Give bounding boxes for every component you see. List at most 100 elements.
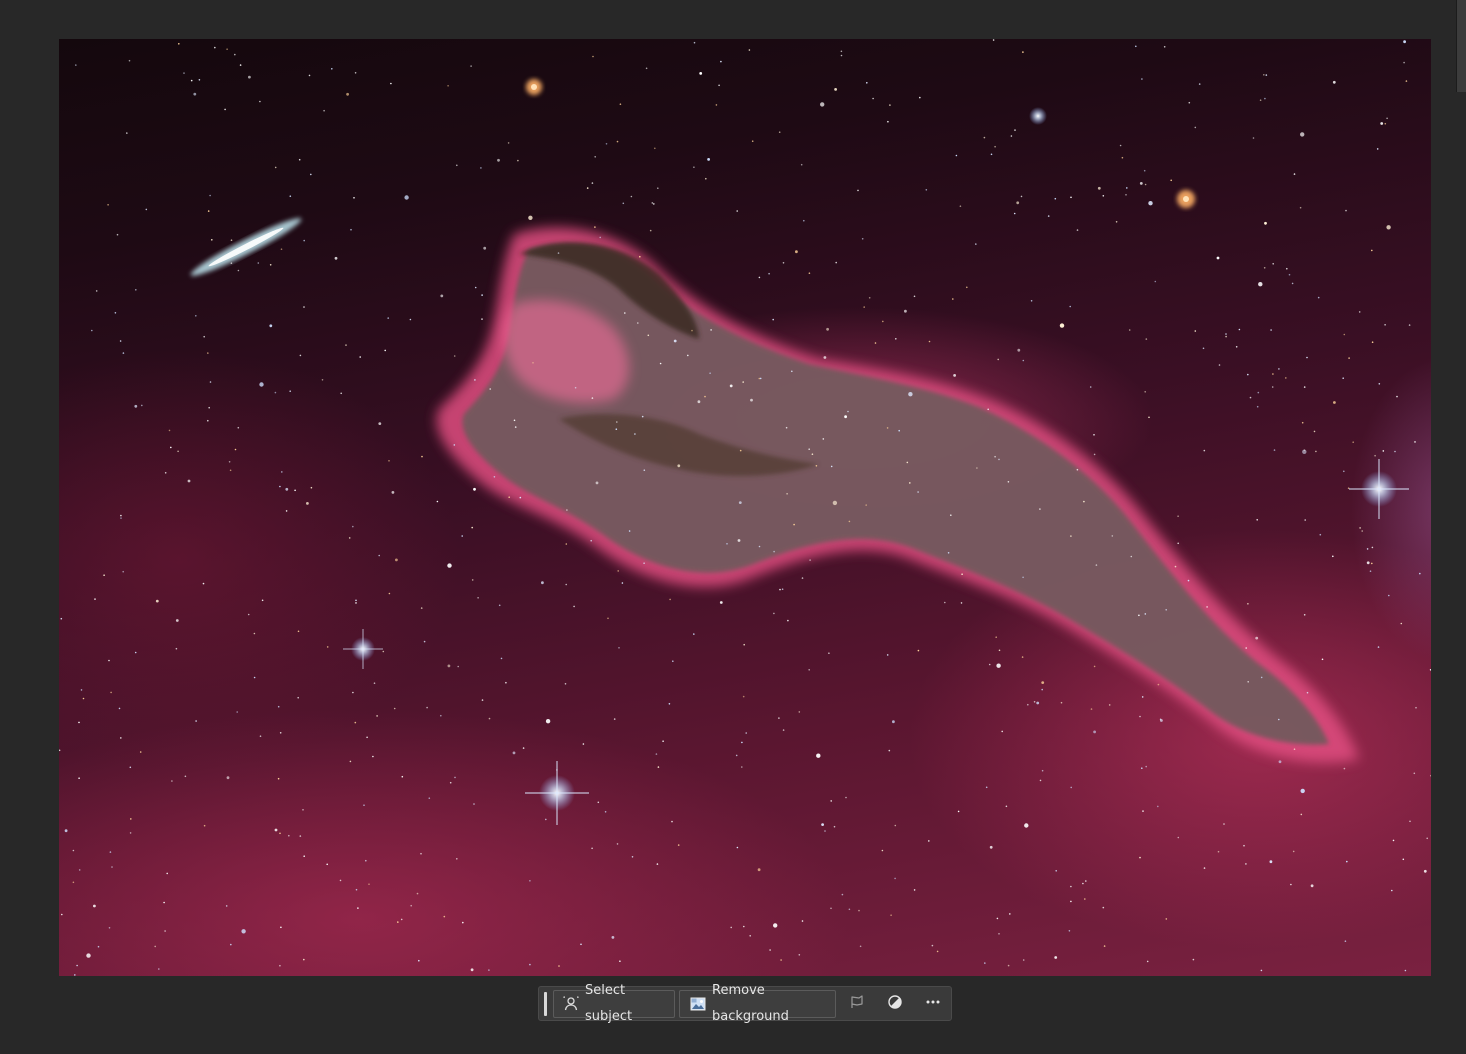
star [750,398,753,402]
star [230,239,233,241]
star [994,455,996,458]
star [919,96,921,99]
star [1141,78,1143,80]
nebula-photo [59,39,1431,976]
remove-background-button[interactable]: Remove background [679,983,836,1024]
contextual-task-bar[interactable]: Select subject Remove background [538,983,952,1024]
star [720,60,722,63]
star [470,65,472,67]
star [621,582,624,584]
star [960,602,963,604]
right-panel-edge[interactable] [1456,0,1466,92]
star [190,79,193,82]
star [1130,555,1133,558]
star [1400,622,1403,625]
star [820,102,825,107]
star [1225,333,1227,335]
drag-handle[interactable] [544,992,547,1016]
star [289,195,292,197]
star [844,415,847,419]
star [611,936,615,939]
star [75,64,77,66]
star [1301,421,1304,424]
star [259,382,264,387]
select-subject-button[interactable]: Select subject [553,983,675,1024]
star [1402,858,1405,861]
star [253,676,256,679]
generative-fill-button[interactable] [844,992,870,1016]
star [1165,918,1168,920]
star [651,202,654,204]
star [565,543,568,545]
star [154,945,156,948]
star [987,408,989,411]
star [481,318,483,320]
star [226,48,228,50]
star [1343,470,1345,473]
star [1148,416,1150,419]
star [230,943,232,946]
star [996,663,1001,668]
star [203,335,205,338]
star [1070,535,1072,537]
star [1102,906,1105,909]
adjustment-button[interactable] [882,992,908,1016]
star [1148,201,1153,206]
star [800,163,803,166]
image-icon [690,996,706,1012]
star [840,50,843,53]
star [1313,430,1316,433]
star [1315,450,1317,453]
star [517,159,519,162]
star [1321,658,1324,661]
star [1366,548,1369,550]
star [995,636,997,638]
star [334,256,338,260]
star [983,136,986,139]
star [512,751,516,755]
star [558,965,560,967]
star [1405,80,1408,82]
star [1238,328,1241,331]
star [1409,820,1411,823]
star [990,153,993,156]
star [791,370,793,373]
star [882,320,884,323]
star [654,147,656,150]
star [1258,282,1263,287]
star [615,428,618,431]
star [103,574,105,576]
star [288,834,290,837]
star [59,749,61,752]
star [673,339,677,343]
bright-star [525,761,589,825]
star [580,943,582,946]
star [239,64,242,66]
star [281,471,283,473]
more-options-button[interactable] [920,992,946,1016]
star [1163,46,1166,48]
star [529,880,531,882]
star [111,866,113,868]
star [93,904,96,908]
star [1271,386,1274,388]
document-canvas[interactable] [59,39,1431,976]
star [1290,883,1292,886]
star [388,460,390,462]
star [616,140,619,143]
star [1022,959,1025,961]
star [751,140,754,142]
star [302,809,304,811]
star [440,294,444,298]
star [1070,196,1072,199]
star [889,104,891,106]
star [354,72,357,74]
star [1269,860,1273,864]
star [616,843,619,845]
star [1304,519,1306,521]
star [1247,373,1249,376]
star [1259,99,1262,101]
star [1060,701,1063,704]
star [1021,656,1024,658]
star [1223,823,1225,825]
